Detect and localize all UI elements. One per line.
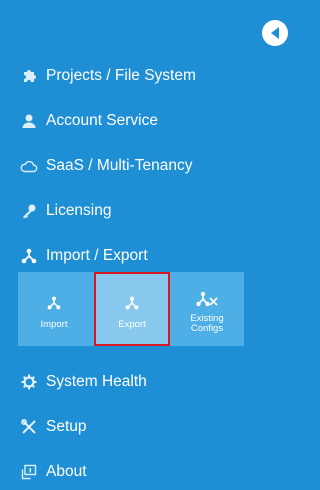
sidebar-item-licensing[interactable]: Licensing [0, 191, 308, 231]
import-export-subnav: Import Export Existing Configs [18, 272, 244, 346]
puzzle-icon [20, 67, 38, 85]
subnav-tile-export[interactable]: Export [94, 272, 170, 346]
sidebar-item-label: Account Service [46, 112, 158, 129]
about-icon [20, 463, 38, 481]
import-export-icon [20, 247, 38, 265]
sidebar-item-saas[interactable]: SaaS / Multi-Tenancy [0, 146, 308, 186]
existing-configs-icon [196, 290, 218, 308]
export-icon [125, 294, 139, 312]
sidebar-item-label: Licensing [46, 202, 112, 219]
subnav-tile-label-line2: Configs [190, 323, 224, 334]
sidebar-item-projects[interactable]: Projects / File System [0, 56, 308, 96]
key-icon [20, 202, 38, 220]
sidebar-item-label: SaaS / Multi-Tenancy [46, 157, 193, 174]
tools-icon [20, 418, 38, 436]
import-icon [47, 294, 61, 312]
cloud-icon [20, 157, 38, 175]
sidebar-item-label: Projects / File System [46, 67, 196, 84]
subnav-tile-label: Import [40, 319, 68, 330]
collapse-sidebar-button[interactable] [262, 20, 288, 46]
sidebar-item-label: About [46, 463, 87, 480]
chevron-left-icon [271, 27, 279, 39]
sidebar-item-setup[interactable]: Setup [0, 407, 308, 447]
subnav-tile-existing-configs[interactable]: Existing Configs [170, 272, 244, 346]
sidebar-item-account-service[interactable]: Account Service [0, 101, 308, 141]
sidebar-item-label: Setup [46, 418, 87, 435]
sidebar-item-label: System Health [46, 373, 147, 390]
sidebar-item-label: Import / Export [46, 247, 148, 264]
sidebar-item-import-export[interactable]: Import / Export [0, 236, 308, 276]
subnav-tile-import[interactable]: Import [18, 272, 90, 346]
sidebar-item-about[interactable]: About [0, 452, 308, 490]
gear-icon [20, 373, 38, 391]
subnav-tile-label: Existing Configs [190, 314, 223, 334]
user-icon [20, 112, 38, 130]
sidebar-item-system-health[interactable]: System Health [0, 362, 308, 402]
subnav-tile-label: Export [118, 319, 146, 330]
sidebar: Projects / File System Account Service S… [0, 0, 308, 490]
